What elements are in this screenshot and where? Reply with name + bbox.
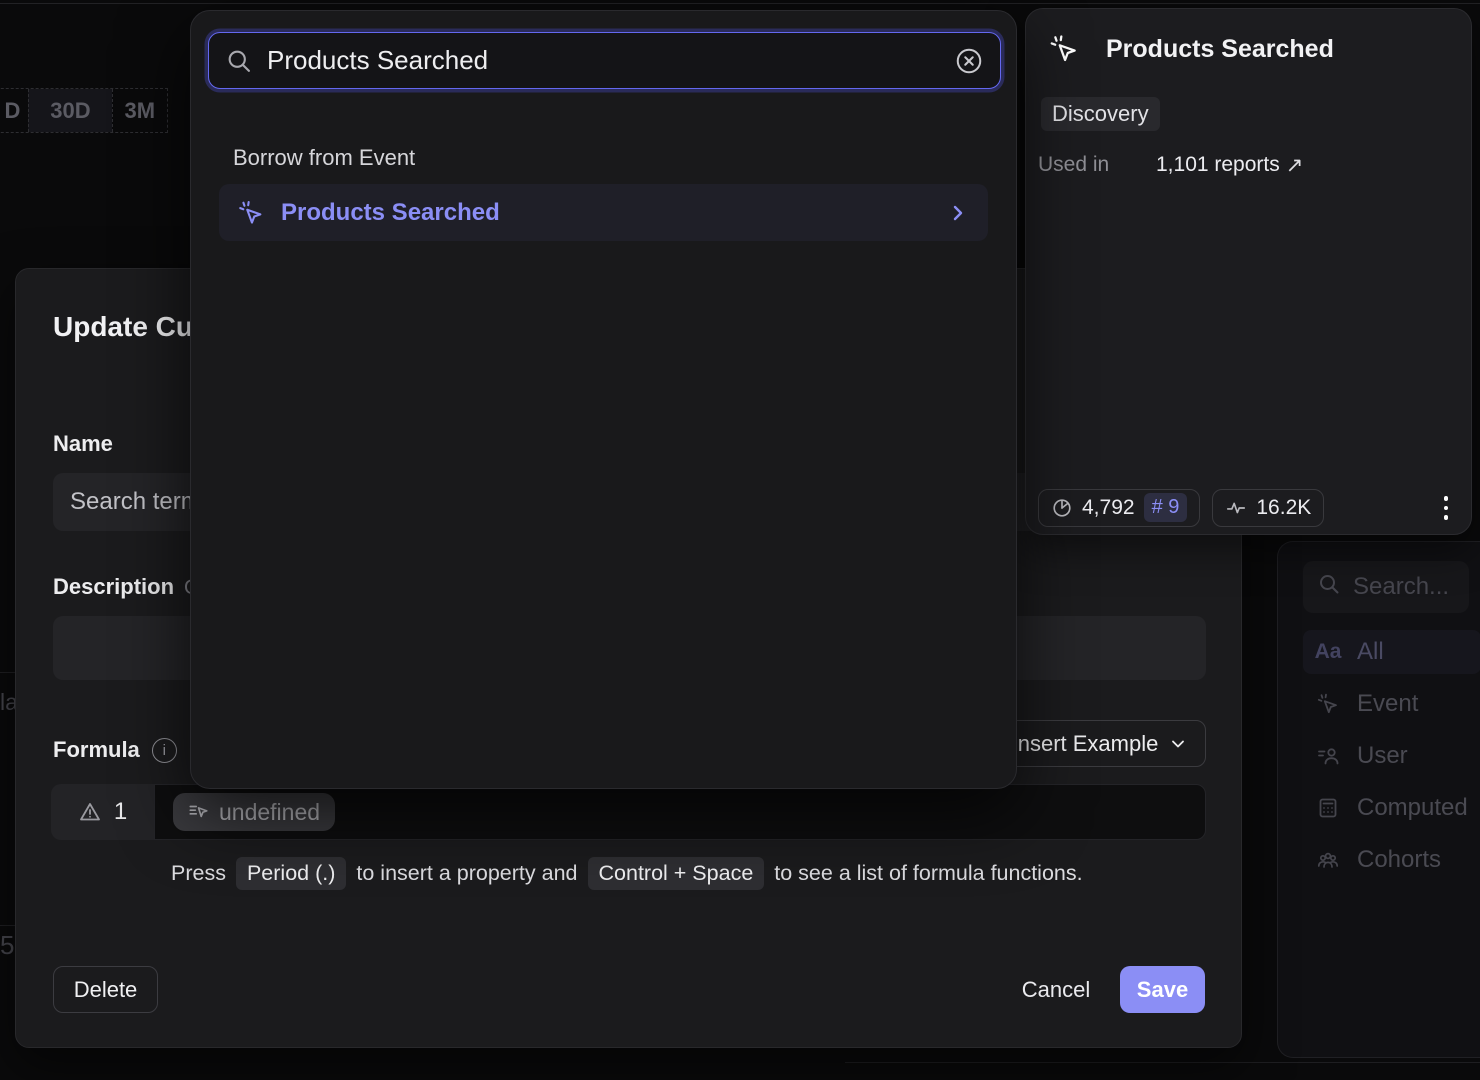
formula-helper-text: Press Period (.) to insert a property an…: [171, 857, 1083, 890]
formula-property-chip[interactable]: undefined: [173, 793, 335, 831]
description-label-text: Description: [53, 574, 174, 599]
info-icon[interactable]: i: [152, 738, 177, 763]
formula-editor: 1 undefined: [51, 784, 1206, 840]
formula-chip-label: undefined: [219, 799, 320, 826]
sidebar-item-label: Cohorts: [1357, 846, 1441, 874]
sidebar-item-cohorts[interactable]: Cohorts: [1303, 838, 1480, 882]
helper-mid: to insert a property and: [356, 861, 577, 886]
property-type-sidebar: Search... Aa All Event User: [1277, 541, 1480, 1058]
sidebar-item-computed[interactable]: Computed: [1303, 786, 1480, 830]
event-stats-row: 4,792 # 9 16.2K: [1038, 488, 1458, 528]
event-icon: [1315, 692, 1341, 716]
category-tag[interactable]: Discovery: [1041, 97, 1160, 131]
time-range-30d[interactable]: 30D: [28, 89, 111, 132]
activity-pulse-icon: [1225, 497, 1247, 519]
chart-gridline: [0, 672, 16, 673]
kbd-period: Period (.): [236, 857, 346, 890]
formula-label-row: Formula i: [53, 737, 177, 763]
sidebar-item-label: Computed: [1357, 794, 1468, 822]
event-result-label: Products Searched: [281, 199, 500, 227]
warning-icon: [78, 800, 102, 824]
insert-example-label: Insert Example: [1012, 731, 1159, 757]
sidebar-search-input[interactable]: Search...: [1303, 561, 1469, 613]
formula-label: Formula: [53, 737, 140, 763]
sidebar-item-label: Event: [1357, 690, 1418, 718]
formula-input[interactable]: undefined: [154, 784, 1206, 840]
more-options-icon[interactable]: [1434, 488, 1459, 528]
axis-label-fragment: 5: [0, 930, 14, 961]
computed-icon: [1315, 796, 1341, 820]
cohorts-icon: [1315, 848, 1341, 872]
event-icon: [237, 199, 265, 227]
background-divider: [0, 3, 1480, 4]
cancel-button[interactable]: Cancel: [1001, 966, 1111, 1013]
chevron-down-icon: [1168, 734, 1188, 754]
kbd-control-space: Control + Space: [588, 857, 765, 890]
time-range-7d[interactable]: D: [0, 89, 28, 132]
name-label: Name: [53, 431, 113, 457]
borrow-from-event-label: Borrow from Event: [233, 145, 415, 171]
delete-button[interactable]: Delete: [53, 966, 158, 1013]
time-range-3m[interactable]: 3M: [112, 89, 167, 132]
sidebar-item-user[interactable]: User: [1303, 734, 1480, 778]
sidebar-item-all[interactable]: Aa All: [1303, 630, 1480, 674]
sidebar-item-event[interactable]: Event: [1303, 682, 1480, 726]
used-in-label: Used in: [1038, 153, 1156, 178]
event-card-title: Products Searched: [1106, 35, 1334, 64]
event-volume-value: 16.2K: [1256, 496, 1311, 520]
used-in-value[interactable]: 1,101 reports: [1156, 153, 1280, 178]
chevron-right-icon: [946, 201, 970, 225]
clear-search-icon[interactable]: [954, 46, 984, 76]
event-search-input[interactable]: [267, 45, 940, 76]
event-detail-card: Products Searched Discovery Used in 1,10…: [1025, 8, 1472, 535]
event-count-value: 4,792: [1082, 496, 1135, 520]
event-rank-badge: # 9: [1144, 493, 1188, 522]
event-volume-pill[interactable]: 16.2K: [1212, 489, 1324, 527]
event-result-products-searched[interactable]: Products Searched: [219, 184, 988, 241]
event-count-pill[interactable]: 4,792 # 9: [1038, 489, 1200, 527]
search-icon: [1317, 572, 1341, 603]
insert-example-button[interactable]: Insert Example: [994, 720, 1206, 767]
time-range-selector: D 30D 3M: [0, 88, 168, 133]
search-icon: [225, 47, 253, 75]
helper-press: Press: [171, 861, 226, 886]
sidebar-item-label: All: [1357, 638, 1384, 666]
warning-count: 1: [114, 798, 127, 826]
background-divider: [845, 1062, 1480, 1063]
chart-gridline: [0, 925, 16, 926]
screen: D 30D 3M la 5 Search... Aa All Event: [0, 0, 1480, 1080]
borrow-event-dropdown: Borrow from Event Products Searched: [190, 10, 1017, 789]
event-icon: [1048, 33, 1080, 65]
sidebar-item-label: User: [1357, 742, 1408, 770]
event-card-header: Products Searched: [1048, 33, 1334, 65]
user-icon: [1315, 744, 1341, 768]
helper-end: to see a list of formula functions.: [774, 861, 1082, 886]
text-format-icon: Aa: [1315, 640, 1341, 664]
sidebar-search-placeholder: Search...: [1353, 573, 1449, 601]
sidebar-filter-list: Aa All Event User Computed: [1303, 630, 1480, 890]
property-icon: [188, 801, 210, 823]
pie-chart-icon: [1051, 497, 1073, 519]
used-in-row: Used in 1,101 reports ↗: [1038, 153, 1303, 178]
external-link-icon: ↗: [1286, 153, 1304, 178]
event-search-box[interactable]: [208, 32, 1001, 89]
save-button[interactable]: Save: [1120, 966, 1205, 1013]
formula-warning-badge[interactable]: 1: [51, 784, 154, 840]
